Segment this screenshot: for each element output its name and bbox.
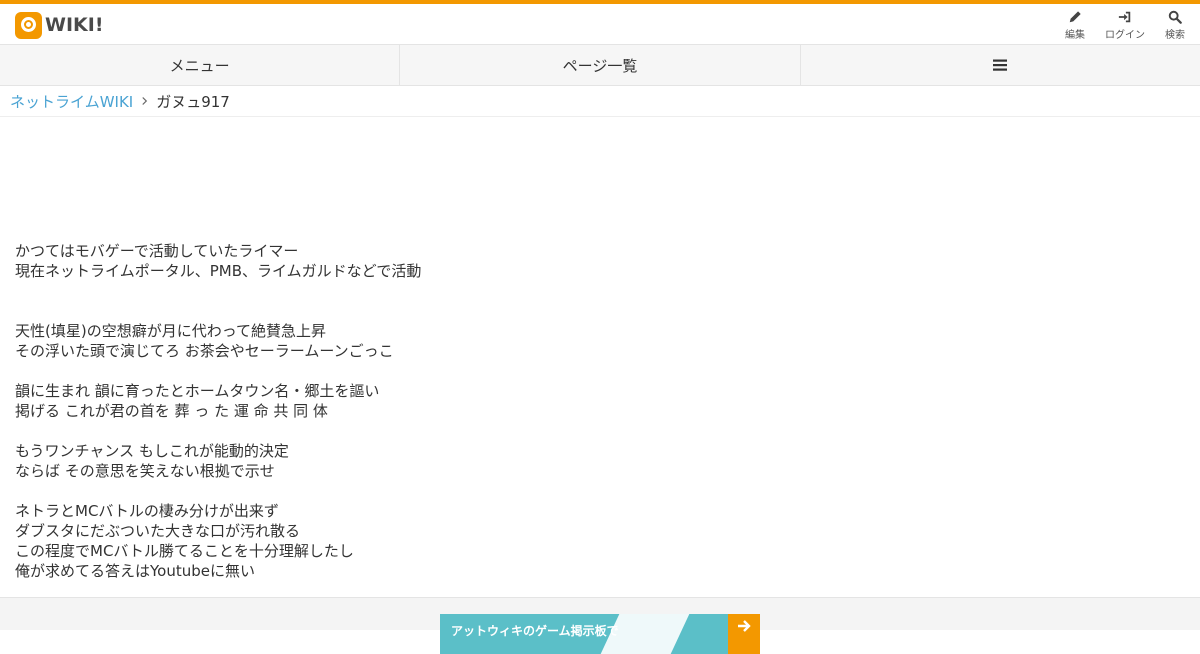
game-board-banner[interactable]: アットウィキのゲーム掲示板で xyxy=(440,614,760,654)
content-line xyxy=(15,301,915,321)
content-line xyxy=(15,281,915,301)
content-line: 天性(填星)の空想癖が月に代わって絶賛急上昇 xyxy=(15,322,326,340)
content-line: もうワンチャンス もしこれが能動的決定 xyxy=(15,442,289,460)
content-line: 現在ネットライムポータル、PMB、ライムガルドなどで活動 xyxy=(15,262,422,280)
arrow-right-icon xyxy=(728,614,760,654)
search-label: 検索 xyxy=(1165,30,1185,41)
content-line: その浮いた頭で演じてろ お茶会やセーラームーンごっこ xyxy=(15,342,394,360)
logo-text: WIKI! xyxy=(45,14,104,36)
pencil-icon xyxy=(1069,11,1081,23)
content-line: かつてはモバゲーで活動していたライマー xyxy=(15,242,299,260)
edit-label: 編集 xyxy=(1065,30,1085,41)
content-line: ネトラとMCバトルの棲み分けが出来ず xyxy=(15,502,279,520)
nav-page-list-label: ページ一覧 xyxy=(562,56,638,75)
top-header: WIKI! 編集 ログイン 検索 xyxy=(0,0,1200,45)
search-icon xyxy=(1168,10,1182,24)
page-content: かつてはモバゲーで活動していたライマー 現在ネットライムポータル、PMB、ライム… xyxy=(15,241,915,581)
edit-button[interactable]: 編集 xyxy=(1065,10,1085,41)
footer: アットウィキのゲーム掲示板で xyxy=(0,597,1200,654)
nav-more[interactable] xyxy=(801,45,1200,85)
chevron-right-icon xyxy=(141,96,148,106)
search-button[interactable]: 検索 xyxy=(1165,10,1185,41)
hamburger-icon xyxy=(993,59,1008,71)
nav-page-list[interactable]: ページ一覧 xyxy=(400,45,801,85)
content-line: ならば その意思を笑えない根拠で示せ xyxy=(15,462,275,480)
breadcrumb-home-link[interactable]: ネットライムWIKI xyxy=(10,91,133,112)
at-mark-icon xyxy=(15,11,42,39)
banner-text: アットウィキのゲーム掲示板で xyxy=(451,624,619,638)
content-line xyxy=(15,481,915,501)
login-icon xyxy=(1118,11,1131,23)
content-line: 掲げる これが君の首を 葬 っ た 運 命 共 同 体 xyxy=(15,402,328,420)
breadcrumb: ネットライムWIKI ガヌュ917 xyxy=(0,86,1200,117)
content-line xyxy=(15,361,915,381)
content-line: ダブスタにだぶついた大きな口が汚れ散る xyxy=(15,522,301,540)
nav-menu-label: メニュー xyxy=(169,56,230,75)
content-line: 韻に生まれ 韻に育ったとホームタウン名・郷土を謳い xyxy=(15,382,380,400)
content-line: この程度でMCバトル勝てることを十分理解したし xyxy=(15,542,354,560)
login-button[interactable]: ログイン xyxy=(1105,10,1145,41)
header-tools: 編集 ログイン 検索 xyxy=(1045,10,1185,41)
breadcrumb-current: ガヌュ917 xyxy=(156,92,230,111)
nav-bar: メニュー ページ一覧 xyxy=(0,45,1200,86)
wiki-logo[interactable]: WIKI! xyxy=(15,11,104,39)
login-label: ログイン xyxy=(1105,30,1145,41)
nav-menu[interactable]: メニュー xyxy=(0,45,401,85)
content-line xyxy=(15,421,915,441)
content-line: 俺が求めてる答えはYoutubeに無い xyxy=(15,562,255,580)
